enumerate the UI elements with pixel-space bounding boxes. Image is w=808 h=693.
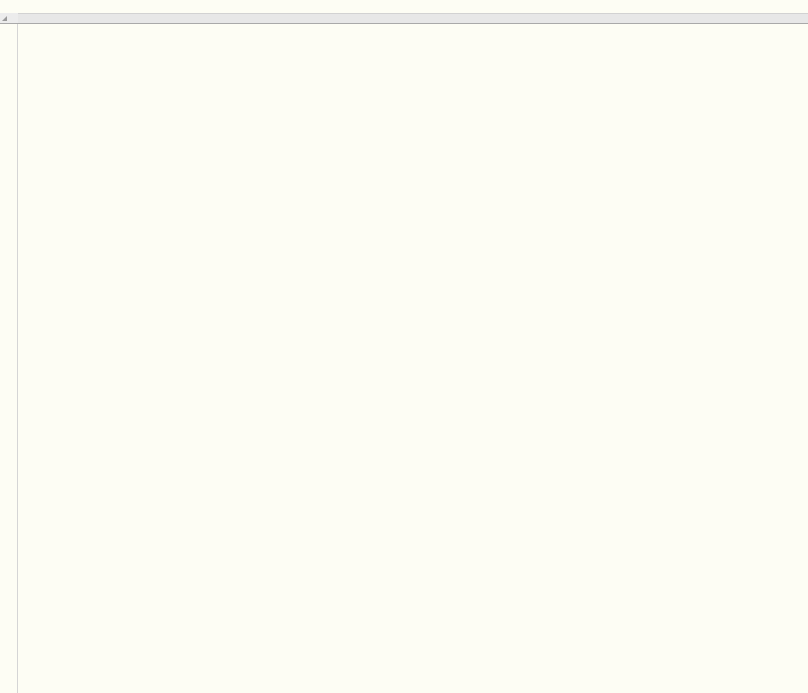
spreadsheet-window bbox=[0, 0, 808, 693]
column-header-strip bbox=[18, 13, 808, 24]
select-all-corner[interactable] bbox=[0, 13, 18, 24]
row-header-strip bbox=[0, 24, 18, 693]
select-all-triangle-icon bbox=[2, 16, 7, 21]
